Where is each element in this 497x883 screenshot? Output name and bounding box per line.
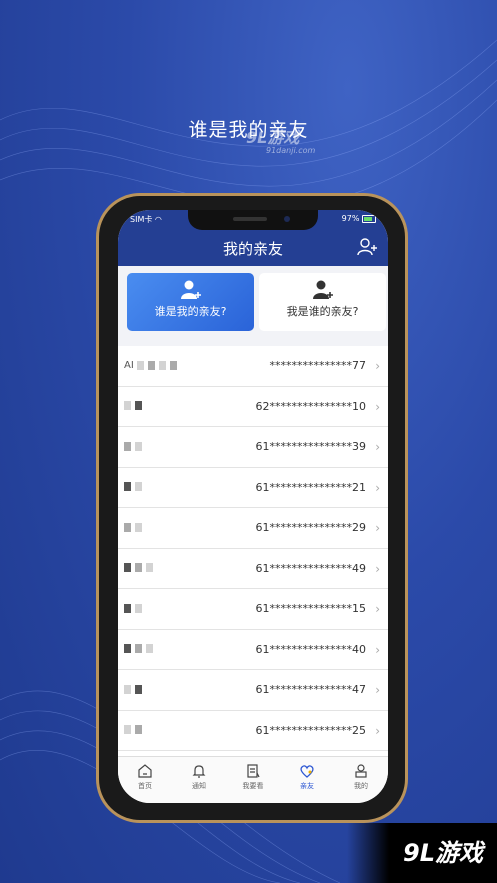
chevron-right-icon: › — [375, 480, 380, 495]
home-icon — [138, 764, 152, 778]
list-item[interactable]: 61***************47 › — [118, 670, 388, 711]
card-label: 谁是我的亲友? — [154, 305, 227, 318]
phone-number: ***************77 — [269, 359, 367, 372]
user-icon — [355, 764, 367, 778]
tab-label: 首页 — [138, 782, 152, 790]
relative-name — [124, 482, 146, 493]
watermark-large: 9L游戏 — [347, 823, 497, 883]
phone-number: 61***************40 — [255, 642, 367, 656]
tab-notifications[interactable]: 通知 — [172, 757, 226, 803]
add-user-icon — [312, 280, 333, 299]
list-item[interactable]: 61***************40 › — [118, 630, 388, 670]
phone-screen: SIM卡 ◠ 97% 我的亲友 谁是我的亲友? 我是谁的亲友? AI *****… — [118, 210, 388, 803]
tab-label: 亲友 — [300, 782, 314, 790]
chevron-right-icon: › — [375, 561, 380, 576]
tab-bar: 首页 通知 我要看 亲友 我的 — [118, 756, 388, 803]
relative-name — [124, 401, 146, 412]
chevron-right-icon: › — [375, 399, 380, 414]
notch — [188, 210, 318, 230]
relative-name — [124, 603, 146, 614]
add-user-icon[interactable] — [356, 237, 378, 257]
list-item[interactable]: 61***************25 › — [118, 711, 388, 751]
relative-name — [124, 522, 146, 533]
battery-label: 97% — [341, 214, 360, 223]
list-item[interactable]: 61***************49 › — [118, 549, 388, 589]
chevron-right-icon: › — [375, 723, 380, 738]
relative-list: AI ***************77 › 62***************… — [118, 346, 388, 756]
card-whose-relative-am-i[interactable]: 我是谁的亲友? — [259, 273, 386, 331]
chevron-right-icon: › — [375, 602, 380, 616]
relative-name — [124, 725, 146, 736]
tab-me[interactable]: 我的 — [334, 757, 388, 803]
phone-frame: SIM卡 ◠ 97% 我的亲友 谁是我的亲友? 我是谁的亲友? AI *****… — [96, 193, 408, 823]
chevron-right-icon: › — [375, 683, 380, 697]
document-icon — [247, 764, 260, 778]
name-prefix: AI — [124, 360, 134, 371]
wifi-icon: ◠ — [154, 215, 162, 224]
card-label: 我是谁的亲友? — [286, 305, 359, 318]
list-item[interactable]: 61***************21 › — [118, 468, 388, 508]
list-item[interactable]: 62***************10 › — [118, 387, 388, 427]
card-who-is-my-relative[interactable]: 谁是我的亲友? — [127, 273, 254, 331]
tab-label: 通知 — [192, 782, 206, 790]
tab-label: 我的 — [354, 782, 368, 790]
chevron-right-icon: › — [375, 440, 380, 454]
list-item[interactable]: 61***************15 › — [118, 589, 388, 630]
status-carrier: SIM卡 ◠ — [130, 214, 162, 225]
phone-number: 61***************21 — [255, 480, 367, 494]
relation-cards: 谁是我的亲友? 我是谁的亲友? — [118, 266, 388, 346]
tab-label: 我要看 — [242, 782, 264, 790]
phone-number: 61***************47 — [255, 683, 367, 696]
list-item[interactable]: 61***************29 › — [118, 508, 388, 549]
bell-icon — [192, 765, 206, 778]
watermark-small: 9L游戏 91danji.com — [246, 130, 315, 155]
nav-title: 我的亲友 — [222, 240, 283, 258]
phone-number: 61***************15 — [255, 602, 367, 615]
relative-name — [124, 684, 146, 695]
tab-watch[interactable]: 我要看 — [226, 757, 280, 803]
watermark-brand: 9L游戏 — [246, 128, 300, 147]
phone-number: 61***************25 — [255, 723, 367, 737]
chevron-right-icon: › — [375, 642, 380, 657]
battery-icon — [362, 214, 376, 223]
phone-number: 62***************10 — [255, 399, 367, 413]
add-user-icon — [180, 280, 201, 299]
tab-relatives[interactable]: 亲友 — [280, 757, 334, 803]
status-right: 97% — [342, 214, 376, 223]
phone-number: 61***************39 — [255, 440, 367, 453]
list-item[interactable]: AI ***************77 › — [118, 346, 388, 387]
chevron-right-icon: › — [375, 521, 380, 535]
phone-number: 61***************29 — [255, 521, 367, 534]
relative-name: AI — [124, 360, 181, 371]
watermark-site: 91danji.com — [266, 146, 316, 155]
speaker — [233, 217, 267, 221]
phone-number: 61***************49 — [255, 561, 367, 575]
relative-name — [124, 441, 146, 452]
tab-home[interactable]: 首页 — [118, 757, 172, 803]
relative-name — [124, 563, 157, 574]
relative-name — [124, 644, 157, 655]
heart-icon — [300, 765, 314, 778]
carrier-label: SIM卡 — [130, 215, 153, 224]
camera — [284, 216, 290, 222]
chevron-right-icon: › — [375, 359, 380, 373]
list-item[interactable]: 61***************39 › — [118, 427, 388, 468]
